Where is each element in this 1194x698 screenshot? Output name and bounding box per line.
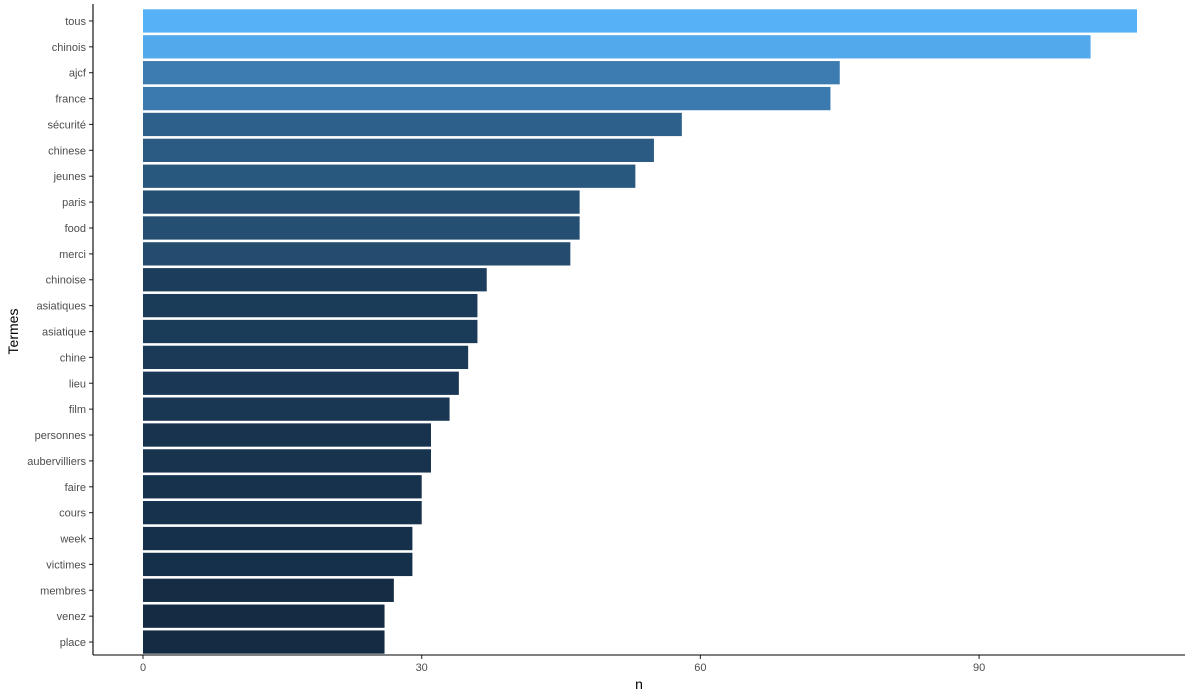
bar-membres	[143, 578, 394, 602]
y-tick-label: asiatiques	[36, 301, 86, 313]
x-tick-label: 90	[973, 662, 985, 674]
bar-week	[143, 526, 413, 551]
bar-ajcf	[143, 61, 840, 85]
y-tick-label: personnes	[35, 430, 87, 442]
bar-food	[143, 216, 580, 240]
y-tick-label: sécurité	[47, 119, 86, 131]
y-tick-label: lieu	[69, 378, 86, 390]
y-axis-title: Termes	[5, 309, 21, 355]
y-tick-label: cours	[59, 508, 86, 520]
y-tick-label: chinois	[52, 42, 87, 54]
bar-cours	[143, 501, 422, 525]
bar-chine	[143, 345, 469, 370]
bars-group	[143, 9, 1138, 654]
bar-personnes	[143, 423, 431, 447]
bar-lieu	[143, 371, 459, 395]
y-tick-label: aubervilliers	[27, 456, 86, 468]
bar-asiatiques	[143, 293, 478, 318]
bar-film	[143, 397, 450, 421]
bar-place	[143, 630, 385, 654]
bar-chinoise	[143, 268, 487, 292]
y-tick-label: tous	[65, 16, 86, 28]
y-tick-label: paris	[62, 197, 86, 209]
y-tick-label: france	[55, 94, 86, 106]
x-tick-label: 30	[416, 662, 428, 674]
y-tick-label: membres	[40, 585, 86, 597]
y-tick-label: asiatique	[42, 327, 86, 339]
y-tick-label: merci	[59, 249, 86, 261]
y-tick-label: week	[59, 534, 86, 546]
bar-aubervilliers	[143, 449, 431, 473]
bar-merci	[143, 242, 571, 266]
bar-venez	[143, 604, 385, 628]
bar-sécurité	[143, 112, 682, 137]
bar-chinois	[143, 35, 1091, 59]
x-tick-label: 0	[140, 662, 146, 674]
y-tick-label: food	[65, 223, 86, 235]
bar-jeunes	[143, 164, 636, 188]
bar-asiatique	[143, 319, 478, 344]
y-tick-label: chinoise	[46, 275, 86, 287]
bar-chinese	[143, 138, 654, 162]
y-tick-label: chinese	[48, 145, 86, 157]
y-tick-label: jeunes	[53, 171, 87, 183]
bar-paris	[143, 190, 580, 214]
x-axis-title: n	[635, 676, 643, 692]
y-tick-label: faire	[65, 482, 86, 494]
bar-chart: tous chinois ajcf france sécurité chinese jeun…	[5, 4, 1185, 692]
y-axis-ticks: tous chinois ajcf france sécurité chinese jeun…	[27, 16, 93, 649]
bar-france	[143, 86, 831, 111]
y-tick-label: ajcf	[69, 68, 87, 80]
bar-victimes	[143, 552, 413, 577]
y-tick-label: venez	[57, 611, 86, 623]
bar-faire	[143, 475, 422, 499]
y-tick-label: victimes	[46, 559, 86, 571]
y-tick-label: place	[60, 637, 86, 649]
x-axis-ticks: 0 30 60 90	[140, 655, 985, 674]
x-tick-label: 60	[694, 662, 706, 674]
bar-tous	[143, 9, 1138, 33]
y-tick-label: chine	[60, 352, 86, 364]
y-tick-label: film	[69, 404, 86, 416]
